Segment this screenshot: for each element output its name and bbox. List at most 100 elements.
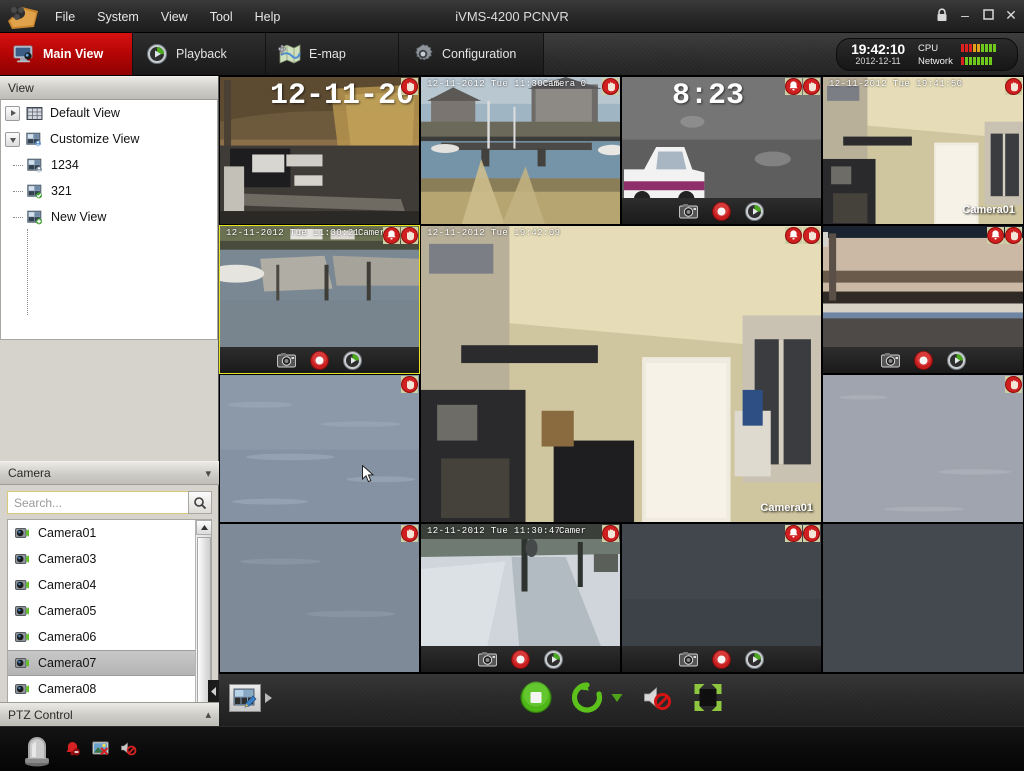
alarm-indicators <box>987 227 1022 244</box>
motion-alarm-icon <box>401 525 418 542</box>
motion-alarm-icon <box>803 78 820 95</box>
camera-panel-header[interactable]: Camera ▾ <box>0 461 219 485</box>
menu-system[interactable]: System <box>86 6 150 28</box>
record-icon[interactable] <box>712 201 731 221</box>
camera-list-item[interactable]: Camera04 <box>8 572 211 598</box>
sidebar-collapse-handle[interactable] <box>208 680 219 702</box>
camera-list-item[interactable]: Camera03 <box>8 546 211 572</box>
camera-list-item[interactable]: Camera05 <box>8 598 211 624</box>
tab-main-view[interactable]: Main View <box>0 33 133 75</box>
bell-alarm-icon <box>785 78 802 95</box>
clock-time: 19:42:10 <box>851 41 905 58</box>
cell-r2c0[interactable] <box>219 374 420 523</box>
tab-configuration[interactable]: Configuration <box>399 33 544 75</box>
cell-r3c0[interactable] <box>219 523 420 673</box>
status-bar: Motion Detection Alarm Start <box>0 726 1024 771</box>
cell-r3c1[interactable]: 12-11-2012 Tue 11:30:47 Camer <box>420 523 621 673</box>
menu-view[interactable]: View <box>150 6 199 28</box>
loop-arrow-icon <box>571 682 602 713</box>
record-icon[interactable] <box>913 350 933 370</box>
tab-emap[interactable]: E-map <box>266 33 399 75</box>
alarm-picture-icon[interactable] <box>92 740 109 757</box>
view-tree: Default View Customize View 1234 321 New Vie… <box>0 100 218 340</box>
playback-instant-icon[interactable] <box>946 350 966 370</box>
capture-icon[interactable] <box>478 650 497 669</box>
cell-r0c3[interactable]: 12-11-2012 Tue 19:41:50 Camera01 <box>822 76 1024 225</box>
menu-file[interactable]: File <box>44 6 86 28</box>
alarm-lamp-icon[interactable] <box>22 733 52 767</box>
playback-instant-icon[interactable] <box>544 649 563 669</box>
cell-r1c3[interactable] <box>822 225 1024 374</box>
ptz-panel-header[interactable]: PTZ Control ▴ <box>0 702 219 726</box>
cell-r0c0[interactable]: 12-11-20 <box>219 76 420 225</box>
mute-audio-button[interactable] <box>640 681 673 714</box>
cell-r0c2[interactable]: 8:23 <box>621 76 822 225</box>
tab-emap-label: E-map <box>309 47 346 61</box>
bell-alarm-icon <box>987 227 1004 244</box>
video-camera-name: Camera01 <box>760 502 813 514</box>
collapse-twisty[interactable] <box>5 131 20 147</box>
layout-expand-arrow[interactable] <box>265 692 273 706</box>
search-input[interactable] <box>7 491 188 514</box>
chevron-up-icon[interactable]: ▴ <box>205 708 211 721</box>
cpu-meter: CPU <box>918 43 996 54</box>
tree-item-321[interactable]: 321 <box>1 178 217 204</box>
cell-r0c1[interactable]: 12-11-2012 Tue 11:30:15 Camera 0 <box>420 76 621 225</box>
playback-instant-icon[interactable] <box>745 649 764 669</box>
tree-item-new-view[interactable]: New View <box>1 204 217 230</box>
tab-playback[interactable]: Playback <box>133 33 266 75</box>
cell-r1c0[interactable]: 12-11-2012 Tue 11:30:21 Camer <box>219 225 420 374</box>
camera-icon <box>15 657 30 670</box>
alarm-mute-icon[interactable] <box>120 740 137 757</box>
close-icon[interactable]: ✕ <box>1002 6 1020 24</box>
alarm-bell-icon[interactable] <box>64 740 81 757</box>
motion-alarm-icon <box>803 525 820 542</box>
record-icon[interactable] <box>310 350 329 370</box>
cell-r3c2[interactable] <box>621 523 822 673</box>
search-button[interactable] <box>188 491 212 514</box>
record-icon[interactable] <box>511 649 530 669</box>
menu-help[interactable]: Help <box>244 6 292 28</box>
record-icon[interactable] <box>712 649 731 669</box>
cell-r2c3[interactable] <box>822 374 1024 523</box>
lock-icon[interactable] <box>933 6 951 24</box>
cell-r3c3-empty[interactable] <box>822 523 1024 673</box>
menu-tool[interactable]: Tool <box>199 6 244 28</box>
alarm-indicators <box>401 78 418 95</box>
cell-r1c1-large[interactable]: 12-11-2012 Tue 19:42:09 Camera01 <box>420 225 822 523</box>
expand-twisty[interactable] <box>5 105 20 121</box>
capture-icon[interactable] <box>880 351 900 370</box>
tree-item-default-view[interactable]: Default View <box>1 100 217 126</box>
minimize-icon[interactable]: – <box>956 6 974 24</box>
start-all-recording-button[interactable] <box>570 681 603 714</box>
cpu-label: CPU <box>918 42 939 54</box>
playback-instant-icon[interactable] <box>343 350 362 370</box>
tree-item-customize-view[interactable]: Customize View <box>1 126 217 152</box>
video-osd-timestamp: 12-11-2012 Tue 11:30:15 <box>427 79 561 89</box>
playback-instant-icon[interactable] <box>745 201 764 221</box>
camera-list-item[interactable]: Camera07 <box>8 650 211 676</box>
stop-all-live-view-button[interactable] <box>519 681 552 714</box>
camera-list-item[interactable]: Camera06 <box>8 624 211 650</box>
view-panel-header[interactable]: View <box>0 76 218 100</box>
layout-edit-button[interactable] <box>229 684 261 712</box>
maximize-icon[interactable] <box>979 6 997 24</box>
record-options-caret[interactable] <box>611 691 622 705</box>
cell-toolbar <box>220 347 419 373</box>
cell-toolbar <box>622 198 821 224</box>
network-label: Network <box>918 55 953 67</box>
view-user-icon <box>27 158 44 173</box>
tree-item-1234[interactable]: 1234 <box>1 152 217 178</box>
scroll-up-arrow[interactable] <box>196 520 211 535</box>
camera-list-item[interactable]: Camera01 <box>8 520 211 546</box>
tab-configuration-label: Configuration <box>442 47 517 61</box>
capture-icon[interactable] <box>679 202 698 221</box>
camera-list-item[interactable]: Camera08 <box>8 676 211 702</box>
full-screen-button[interactable] <box>691 681 724 714</box>
capture-icon[interactable] <box>277 351 296 370</box>
view-add-icon <box>27 210 44 225</box>
tree-item-label: Default View <box>50 106 120 120</box>
camera-label: Camera05 <box>38 604 97 618</box>
capture-icon[interactable] <box>679 650 698 669</box>
chevron-down-icon[interactable]: ▾ <box>205 467 211 480</box>
